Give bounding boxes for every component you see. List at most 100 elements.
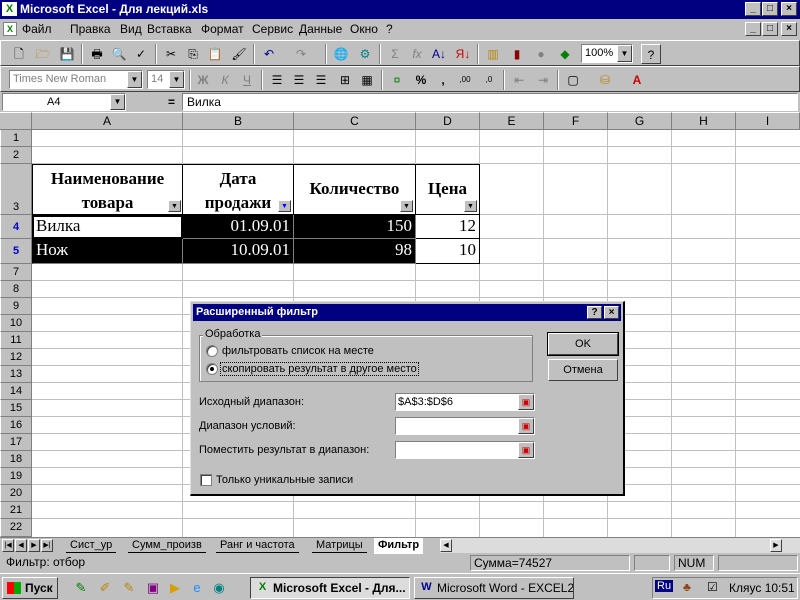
percent-button[interactable]: % (411, 70, 431, 90)
row-header[interactable]: 16 (0, 417, 32, 434)
dialog-close-button[interactable]: × (604, 306, 619, 319)
spelling-icon[interactable]: ✓ (131, 44, 151, 64)
menu-insert[interactable]: Вставка (147, 22, 192, 36)
row-header[interactable]: 12 (0, 349, 32, 366)
edit-formula-button[interactable]: = (168, 95, 175, 109)
select-all-corner[interactable] (0, 112, 32, 130)
row-header[interactable]: 1 (0, 130, 32, 147)
chevron-down-icon[interactable]: ▼ (110, 94, 125, 110)
maximize-button[interactable]: □ (762, 2, 778, 16)
print-icon[interactable]: 🖶 (87, 44, 107, 64)
increase-indent-icon[interactable]: ⇥ (533, 70, 553, 90)
menu-edit[interactable]: Правка (70, 22, 111, 36)
merge-center-icon[interactable]: ⊞ (335, 70, 355, 90)
row-header[interactable]: 4 (0, 215, 32, 239)
quicklaunch-icon[interactable]: ▣ (144, 579, 162, 597)
row-header[interactable]: 8 (0, 281, 32, 298)
table-header-price[interactable]: Цена ▼ (416, 164, 480, 215)
autofilter-dropdown-icon[interactable]: ▼ (400, 200, 413, 212)
drawing-toolbar-icon[interactable]: ◆ (555, 44, 575, 64)
column-header-a[interactable]: A (32, 112, 183, 130)
currency-icon[interactable]: ¤ (387, 70, 407, 90)
decrease-indent-icon[interactable]: ⇤ (509, 70, 529, 90)
row-header[interactable]: 14 (0, 383, 32, 400)
quicklaunch-icon[interactable]: ✎ (72, 579, 90, 597)
chevron-down-icon[interactable]: ▼ (617, 45, 632, 62)
italic-button[interactable]: К (215, 70, 235, 90)
borders-icon[interactable]: ▢ (563, 70, 583, 90)
criteria-range-input[interactable]: ▣ (395, 417, 535, 435)
dialog-title-bar[interactable]: Расширенный фильтр ? × (193, 304, 621, 321)
doc-close-button[interactable]: × (781, 22, 797, 36)
autofilter-dropdown-icon[interactable]: ▼ (168, 200, 181, 212)
chevron-down-icon[interactable]: ▼ (127, 71, 142, 88)
cell-c4[interactable]: 150 (294, 215, 416, 239)
paste-icon[interactable]: 📋 (205, 44, 225, 64)
increase-decimal-button[interactable]: ,00 (455, 70, 475, 90)
web-toolbar-icon[interactable]: ⚙ (355, 44, 375, 64)
cut-icon[interactable]: ✂ (161, 44, 181, 64)
chevron-down-icon[interactable]: ▼ (169, 71, 184, 88)
ok-button[interactable]: OK (547, 332, 619, 356)
zoom-select[interactable]: 100% ▼ (581, 44, 633, 63)
font-size-select[interactable]: 14 ▼ (147, 70, 185, 89)
office-assistant-icon[interactable]: ? (641, 44, 661, 64)
column-header-i[interactable]: I (736, 112, 800, 130)
quicklaunch-icon[interactable]: ▶ (166, 579, 184, 597)
save-icon[interactable]: 💾 (57, 44, 77, 64)
row-header[interactable]: 3 (0, 164, 32, 215)
doc-restore-button[interactable]: □ (762, 22, 778, 36)
last-sheet-icon[interactable]: ▶| (41, 539, 53, 552)
doc-minimize-button[interactable]: _ (745, 22, 761, 36)
bold-button[interactable]: Ж (193, 70, 213, 90)
cell-c5[interactable]: 98 (294, 239, 416, 264)
comma-button[interactable]: , (433, 70, 453, 90)
sheet-tab[interactable]: Сумм_произв (128, 538, 206, 553)
language-indicator[interactable]: Ru (655, 580, 674, 592)
column-header-b[interactable]: B (183, 112, 294, 130)
cell-b4[interactable]: 01.09.01 (183, 215, 294, 239)
formula-input[interactable]: Вилка (182, 93, 798, 111)
close-button[interactable]: × (781, 2, 797, 16)
fill-color-icon[interactable]: ⛁ (595, 70, 615, 90)
scroll-left-icon[interactable]: ◀ (440, 539, 452, 552)
align-center-icon[interactable]: ☰ (289, 70, 309, 90)
redo-icon[interactable]: ↷ (291, 44, 311, 64)
horizontal-scrollbar[interactable]: ◀ ▶ (440, 538, 800, 553)
table-icon[interactable]: ▦ (357, 70, 377, 90)
radio-copy-to-label[interactable]: скопировать результат в другое место (220, 362, 419, 376)
print-preview-icon[interactable]: 🔍 (109, 44, 129, 64)
quicklaunch-icon[interactable]: ✐ (96, 579, 114, 597)
function-icon[interactable]: fx (407, 44, 427, 64)
title-bar[interactable]: X Microsoft Excel - Для лекций.xls _ □ × (0, 0, 800, 19)
copy-icon[interactable]: ⎘ (183, 44, 203, 64)
unique-records-checkbox[interactable] (200, 474, 212, 486)
sheet-tab-active[interactable]: Фильтр (374, 538, 424, 554)
column-header-e[interactable]: E (480, 112, 544, 130)
quicklaunch-icon[interactable]: ✎ (120, 579, 138, 597)
underline-button[interactable]: Ч (237, 70, 257, 90)
cancel-button[interactable]: Отмена (548, 359, 618, 381)
cell-d5[interactable]: 10 (416, 239, 480, 264)
column-header-g[interactable]: G (608, 112, 672, 130)
table-header-name[interactable]: Наименование товара ▼ (32, 164, 183, 215)
radio-filter-in-place-label[interactable]: фильтровать список на месте (222, 345, 374, 357)
source-range-input[interactable]: $A$3:$D$6 ▣ (395, 393, 535, 411)
sort-ascending-icon[interactable]: A↓ (429, 44, 449, 64)
column-header-h[interactable]: H (672, 112, 736, 130)
menu-tools[interactable]: Сервис (252, 22, 293, 36)
new-file-icon[interactable]: 🗋 (9, 44, 29, 64)
scroll-right-icon[interactable]: ▶ (770, 539, 782, 552)
cell-a4[interactable]: Вилка (32, 215, 183, 239)
row-header[interactable]: 10 (0, 315, 32, 332)
copy-to-input[interactable]: ▣ (395, 441, 535, 459)
undo-icon[interactable]: ↶ (259, 44, 279, 64)
tray-icon[interactable]: ♣ (683, 580, 691, 594)
menu-view[interactable]: Вид (120, 22, 142, 36)
map-icon[interactable]: ▮ (507, 44, 527, 64)
chart-wizard-icon[interactable]: ▥ (483, 44, 503, 64)
next-sheet-icon[interactable]: ▶ (28, 539, 40, 552)
format-painter-icon[interactable]: 🖌 (229, 44, 249, 64)
drawing-icon[interactable]: ● (531, 44, 551, 64)
excel-app-icon[interactable]: X (2, 2, 17, 16)
